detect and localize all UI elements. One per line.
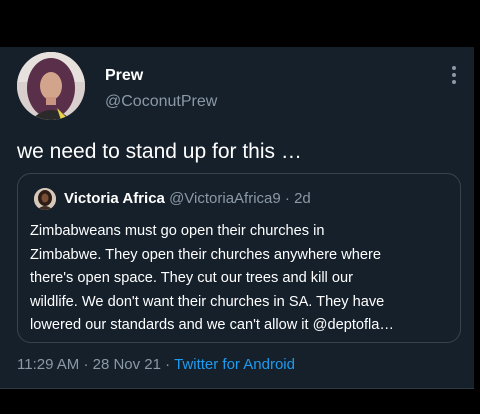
meta-separator: · [83,356,89,373]
tweet-meta: 11:29 AM · 28 Nov 21 · Twitter for Andro… [17,355,295,375]
quoted-author-avatar[interactable] [34,188,56,210]
quoted-header: Victoria Africa @VictoriaAfrica9 · 2d [64,189,311,209]
divider [0,388,474,389]
meta-separator: · [165,356,171,373]
author-display-name[interactable]: Prew [105,66,143,86]
avatar-image [17,52,85,120]
quoted-separator: · [284,190,290,207]
author-handle[interactable]: @CoconutPrew [105,92,217,112]
quoted-author-handle: @VictoriaAfrica9 [169,190,281,207]
quoted-timestamp: 2d [294,190,311,207]
quoted-body-line: lowered our standards and we can't allow… [30,317,394,333]
quoted-body-line: Zimbabwe. They open their churches anywh… [30,246,381,263]
screenshot-frame: Prew @CoconutPrew we need to stand up fo… [0,0,480,414]
author-avatar[interactable] [17,52,85,120]
quoted-body-line: there's open space. They cut our trees a… [30,270,353,286]
tweet-date[interactable]: 28 Nov 21 [93,356,161,373]
quoted-body-line: Zimbabweans must go open their churches … [30,223,325,239]
tweet-card: Prew @CoconutPrew we need to stand up fo… [0,47,474,389]
tweet-time[interactable]: 11:29 AM [17,356,79,373]
quoted-author-name: Victoria Africa [64,190,165,207]
quoted-tweet[interactable]: Victoria Africa @VictoriaAfrica9 · 2d Zi… [17,173,461,343]
quoted-avatar-image [34,188,56,210]
quoted-body-line: wildlife. We don't want their churches i… [30,293,385,310]
quoted-body: Zimbabweans must go open their churches … [30,220,458,338]
more-vertical-icon[interactable] [445,65,463,85]
tweet-source-link[interactable]: Twitter for Android [174,356,295,373]
tweet-text: we need to stand up for this … [17,140,302,163]
